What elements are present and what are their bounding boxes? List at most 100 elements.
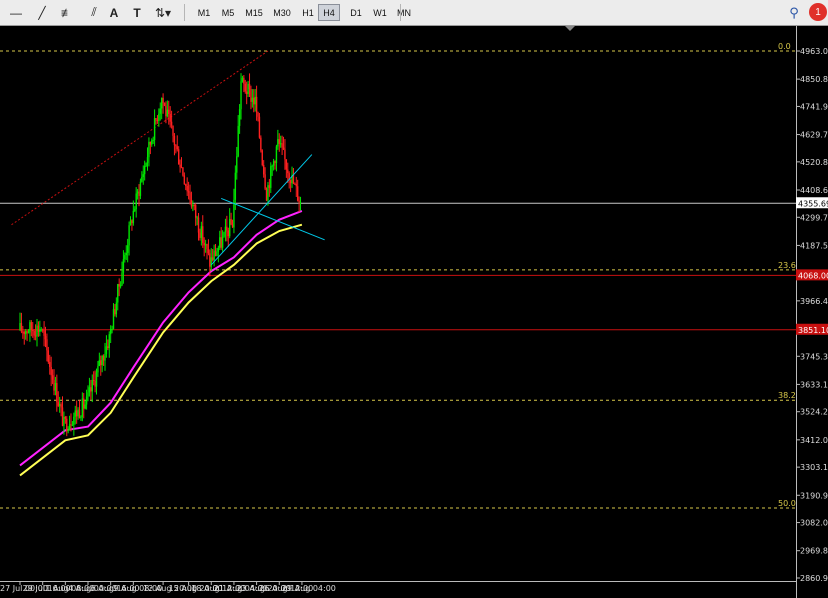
candle-bear — [244, 83, 246, 92]
candle-bear — [107, 346, 109, 349]
candle-bear — [253, 97, 255, 105]
candle-bull — [279, 143, 282, 145]
candle-bull — [88, 387, 91, 393]
candle-bull — [234, 172, 237, 200]
y-tick-label: 3303.10 — [800, 463, 828, 472]
candle-bear — [50, 366, 52, 376]
candle-bear — [257, 112, 259, 117]
candle-bear — [61, 407, 64, 426]
candle-bull — [105, 346, 108, 354]
candle-bull — [143, 166, 146, 175]
candle-bull — [81, 398, 84, 417]
candle-bear — [206, 244, 208, 250]
candle-bull — [101, 356, 103, 366]
candle-bull — [111, 329, 113, 331]
candle-bear — [64, 417, 67, 419]
candle-bear — [49, 362, 51, 367]
candle-bear — [265, 188, 268, 201]
candle-bear — [163, 102, 166, 106]
candle-bear — [114, 308, 116, 315]
candle-bear — [183, 175, 186, 185]
candle-bull — [210, 257, 212, 267]
candle-bull — [270, 166, 272, 188]
candle-bear — [20, 323, 23, 332]
text-label-tool-icon[interactable]: T — [128, 4, 146, 21]
candle-bull — [135, 193, 137, 210]
timeframe-h4-button[interactable]: H4 — [318, 4, 340, 21]
price-tag-label: 4068.00 — [798, 271, 828, 280]
candle-bear — [92, 380, 95, 382]
y-tick-label: 3966.40 — [800, 297, 828, 306]
horizontal-line-tool-icon[interactable]: — — [6, 4, 26, 21]
search-icon[interactable]: ⚲ — [786, 5, 802, 21]
timeframe-mn-button[interactable]: MN — [390, 4, 418, 21]
candle-bear — [287, 169, 289, 174]
fibonacci-tool-icon[interactable]: ≢ — [56, 4, 78, 21]
candle-bear — [131, 220, 133, 224]
candle-bear — [207, 249, 210, 254]
candle-bull — [166, 109, 169, 117]
candle-bull — [63, 417, 65, 426]
candle-bear — [57, 402, 59, 406]
candle-bear — [44, 335, 47, 340]
candle-bear — [47, 350, 50, 363]
candle-bull — [115, 302, 118, 315]
candle-bull — [267, 185, 269, 201]
candle-bull — [58, 404, 61, 406]
toolbar-separator — [400, 4, 401, 21]
price-chart[interactable]: 0.0 23.6 38.2 50.0 4963.00 4850.80 4741.90 462… — [0, 26, 828, 598]
toolbar: — ╱ ≢ ⫽ A T ⇅▾ M1 M5 M15 M30 H1 H4 D1 W1 MN ⚲ 1 — [0, 0, 828, 26]
candle-bull — [125, 252, 127, 256]
candle-bull — [77, 409, 79, 417]
y-tick-label: 3524.20 — [800, 408, 828, 417]
y-tick-label: 4963.00 — [800, 47, 828, 56]
candle-bull — [141, 176, 143, 182]
candle-bull — [271, 165, 273, 167]
candle-bear — [37, 325, 40, 332]
candle-bear — [70, 424, 72, 426]
candle-bear — [41, 329, 44, 331]
candle-bear — [168, 109, 170, 114]
y-tick-label: 4408.60 — [800, 186, 828, 195]
candle-bull — [117, 284, 119, 303]
candle-bull — [87, 392, 89, 397]
candle-bear — [46, 339, 48, 351]
arrows-tool-icon[interactable]: ⇅▾ — [152, 4, 174, 21]
candle-bear — [30, 322, 33, 331]
candle-bull — [73, 416, 75, 425]
candle-bull — [158, 113, 160, 121]
trendline-tool-icon[interactable]: ╱ — [32, 4, 52, 21]
channel-tool-icon[interactable]: ⫽ — [84, 4, 104, 21]
candle-bear — [172, 125, 174, 136]
fib-level-label: 50.0 — [778, 499, 796, 508]
candle-bear — [176, 146, 178, 150]
candle-bear — [289, 180, 292, 184]
candle-bear — [194, 205, 197, 218]
candle-bear — [182, 167, 184, 176]
candle-bull — [213, 250, 215, 261]
candle-bull — [146, 157, 149, 163]
candle-bull — [19, 323, 21, 331]
candle-bear — [298, 200, 300, 203]
text-tool-icon[interactable]: A — [106, 4, 122, 21]
candle-bear — [220, 237, 222, 248]
candle-bull — [109, 329, 112, 335]
candle-bull — [145, 162, 147, 167]
candle-bear — [199, 232, 201, 238]
candle-bear — [284, 149, 286, 160]
candle-bear — [250, 88, 252, 102]
candle-bear — [209, 253, 211, 267]
notification-badge[interactable]: 1 — [809, 3, 827, 21]
candle-bear — [177, 149, 180, 165]
candle-bull — [237, 125, 239, 157]
candle-bear — [294, 183, 296, 185]
candle-bull — [39, 329, 41, 332]
candle-bear — [83, 398, 85, 409]
candle-bull — [204, 244, 207, 246]
candle-bull — [124, 255, 126, 260]
y-tick-label: 4299.70 — [800, 213, 828, 222]
candle-bear — [22, 331, 24, 333]
y-tick-label: 4850.80 — [800, 75, 828, 84]
candle-bull — [139, 181, 142, 196]
candle-bull — [299, 202, 302, 204]
